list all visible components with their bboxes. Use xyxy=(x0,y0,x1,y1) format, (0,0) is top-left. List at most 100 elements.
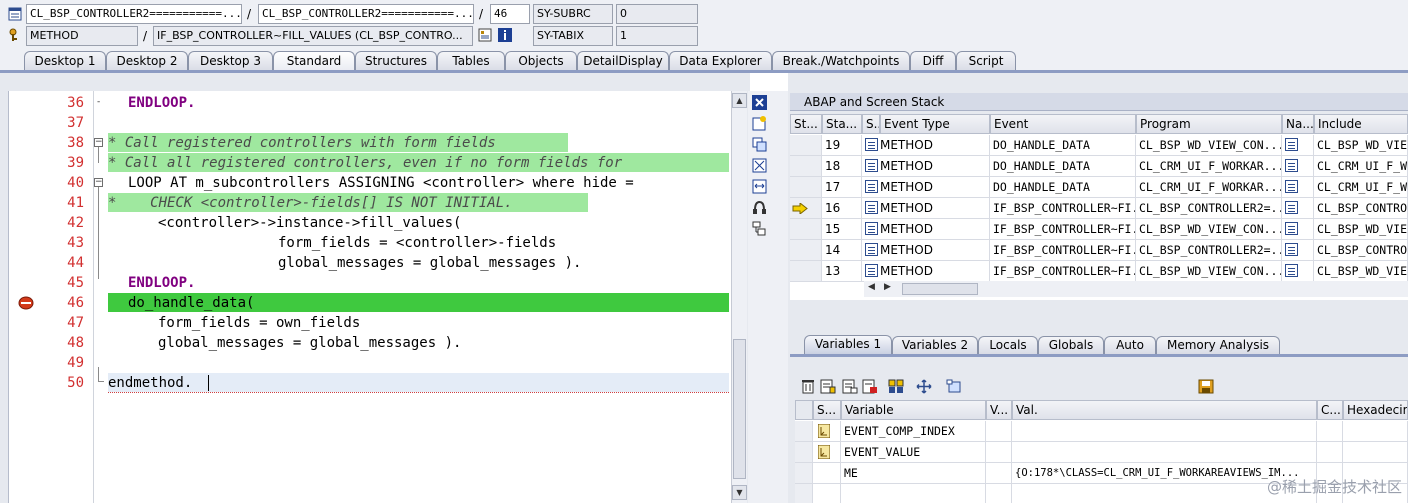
scroll-thumb[interactable] xyxy=(733,339,746,479)
row-header[interactable] xyxy=(790,156,822,177)
include-cell[interactable]: CL_BSP_CONTRO xyxy=(1314,240,1408,261)
row-header[interactable] xyxy=(790,240,822,261)
edit-icon[interactable] xyxy=(842,379,858,394)
code-line[interactable]: * CHECK <controller>-fields[] IS NOT INI… xyxy=(108,193,513,213)
include-cell[interactable]: CL_CRM_UI_F_W xyxy=(1314,156,1408,177)
close-tool-icon[interactable] xyxy=(752,95,767,110)
column-header[interactable]: St... xyxy=(790,114,822,134)
editor-vertical-scrollbar[interactable]: ▲ ▼ xyxy=(731,91,747,503)
nav-cell[interactable] xyxy=(1282,135,1314,156)
code-line[interactable]: do_handle_data( xyxy=(128,293,254,313)
navigate-icon[interactable] xyxy=(1285,180,1298,193)
column-header[interactable]: V... xyxy=(986,400,1012,420)
breakpoint-gutter[interactable] xyxy=(9,91,44,503)
variable-name-cell[interactable]: EVENT_VALUE xyxy=(841,442,986,463)
column-header[interactable]: Sta... xyxy=(822,114,862,134)
tab-locals[interactable]: Locals xyxy=(978,336,1038,354)
row-header[interactable] xyxy=(790,219,822,240)
code-line[interactable]: global_messages = global_messages ). xyxy=(278,253,581,273)
column-header[interactable]: Na... xyxy=(1282,114,1314,134)
tab-data-explorer[interactable]: Data Explorer xyxy=(669,51,772,71)
program-cell[interactable]: CL_BSP_WD_VIEW_CON... xyxy=(1136,219,1282,240)
scroll-left-button[interactable]: ◀ xyxy=(868,282,875,292)
tab-standard[interactable]: Standard xyxy=(273,51,355,71)
sysvar-name-field[interactable]: SY-TABIX xyxy=(533,26,613,46)
program-cell[interactable]: CL_CRM_UI_F_WORKAR... xyxy=(1136,156,1282,177)
open-icon[interactable] xyxy=(946,379,962,394)
event-field[interactable]: IF_BSP_CONTROLLER~FILL_VALUES (CL_BSP_CO… xyxy=(153,26,473,46)
maximize-tool-icon[interactable] xyxy=(752,158,767,173)
event-cell[interactable]: IF_BSP_CONTROLLER~FI... xyxy=(990,219,1136,240)
nav-cell[interactable] xyxy=(1282,219,1314,240)
tab-variables-2[interactable]: Variables 2 xyxy=(892,336,978,354)
column-header[interactable]: Program xyxy=(1136,114,1282,134)
fold-toggle[interactable]: − xyxy=(94,178,103,187)
view-cell[interactable] xyxy=(986,484,1012,503)
value-cell[interactable] xyxy=(1012,442,1317,463)
column-header[interactable]: S... xyxy=(813,400,841,420)
column-header[interactable]: Include xyxy=(1314,114,1408,134)
include-cell[interactable]: CL_BSP_WD_VIE xyxy=(1314,261,1408,282)
change-cell[interactable] xyxy=(1317,442,1343,463)
code-line[interactable]: form_fields = <controller>-fields xyxy=(278,233,556,253)
navigate-icon[interactable] xyxy=(1285,243,1298,256)
event-cell[interactable]: IF_BSP_CONTROLLER~FI... xyxy=(990,240,1136,261)
code-line[interactable]: endmethod. xyxy=(108,373,192,393)
nav-cell[interactable] xyxy=(1282,198,1314,219)
tab-variables-1[interactable]: Variables 1 xyxy=(804,335,892,354)
delete-icon[interactable] xyxy=(800,379,816,394)
row-header[interactable] xyxy=(790,177,822,198)
row-header[interactable] xyxy=(790,135,822,156)
code-line[interactable]: <controller>->instance->fill_values( xyxy=(158,213,461,233)
tab-structures[interactable]: Structures xyxy=(355,51,437,71)
navigate-icon[interactable] xyxy=(1285,138,1298,151)
tab-diff[interactable]: Diff xyxy=(910,51,956,71)
include-cell[interactable]: CL_BSP_WD_VIE xyxy=(1314,135,1408,156)
tab-tables[interactable]: Tables xyxy=(437,51,505,71)
variable-name-cell[interactable]: EVENT_COMP_INDEX xyxy=(841,421,986,442)
program-cell[interactable]: CL_BSP_CONTROLLER2=... xyxy=(1136,240,1282,261)
event-cell[interactable]: DO_HANDLE_DATA xyxy=(990,156,1136,177)
tab-globals[interactable]: Globals xyxy=(1038,336,1104,354)
include-cell[interactable]: CL_CRM_UI_F_W xyxy=(1314,177,1408,198)
row-header[interactable] xyxy=(795,484,813,503)
tab-memory-analysis[interactable]: Memory Analysis xyxy=(1156,336,1280,354)
tab-desktop-2[interactable]: Desktop 2 xyxy=(106,51,188,71)
scroll-right-button[interactable]: ▶ xyxy=(884,282,891,292)
breakpoint-icon[interactable] xyxy=(18,296,34,310)
info-icon[interactable] xyxy=(498,28,512,42)
tab-desktop-1[interactable]: Desktop 1 xyxy=(24,51,106,71)
services-tool-icon[interactable] xyxy=(752,221,767,236)
include-cell[interactable]: CL_BSP_CONTRO xyxy=(1314,198,1408,219)
sort-icon[interactable] xyxy=(888,379,904,394)
fold-toggle[interactable]: − xyxy=(94,138,103,147)
include-cell[interactable]: CL_BSP_WD_VIE xyxy=(1314,219,1408,240)
column-header[interactable]: S... xyxy=(862,114,880,134)
tab-script[interactable]: Script xyxy=(956,51,1016,71)
event-cell[interactable]: DO_HANDLE_DATA xyxy=(990,135,1136,156)
nav-cell[interactable] xyxy=(1282,240,1314,261)
nav-cell[interactable] xyxy=(1282,261,1314,282)
remove-icon[interactable] xyxy=(862,379,878,394)
tab-detaildisplay[interactable]: DetailDisplay xyxy=(577,51,669,71)
tab-break-watchpoints[interactable]: Break./Watchpoints xyxy=(772,51,910,71)
navigate-icon[interactable] xyxy=(1285,201,1298,214)
column-header[interactable]: Val. xyxy=(1012,400,1317,420)
code-line[interactable]: global_messages = global_messages ). xyxy=(158,333,461,353)
sysvar-value-field[interactable]: 1 xyxy=(616,26,698,46)
source-nav-icon[interactable] xyxy=(478,28,492,42)
column-header[interactable]: Variable xyxy=(841,400,986,420)
tab-desktop-3[interactable]: Desktop 3 xyxy=(188,51,273,71)
row-header[interactable] xyxy=(790,198,822,219)
sysvar-value-field[interactable]: 0 xyxy=(616,4,698,24)
program-cell[interactable]: CL_BSP_WD_VIEW_CON... xyxy=(1136,261,1282,282)
row-header[interactable] xyxy=(795,421,813,442)
swap-tool-icon[interactable] xyxy=(752,179,767,194)
view-cell[interactable] xyxy=(986,421,1012,442)
nav-cell[interactable] xyxy=(1282,156,1314,177)
program-cell[interactable]: CL_CRM_UI_F_WORKAR... xyxy=(1136,177,1282,198)
column-header[interactable]: Event xyxy=(990,114,1136,134)
navigate-icon[interactable] xyxy=(1285,159,1298,172)
program-cell[interactable]: CL_BSP_WD_VIEW_CON... xyxy=(1136,135,1282,156)
code-line[interactable]: * Call registered controllers with form … xyxy=(108,133,496,153)
